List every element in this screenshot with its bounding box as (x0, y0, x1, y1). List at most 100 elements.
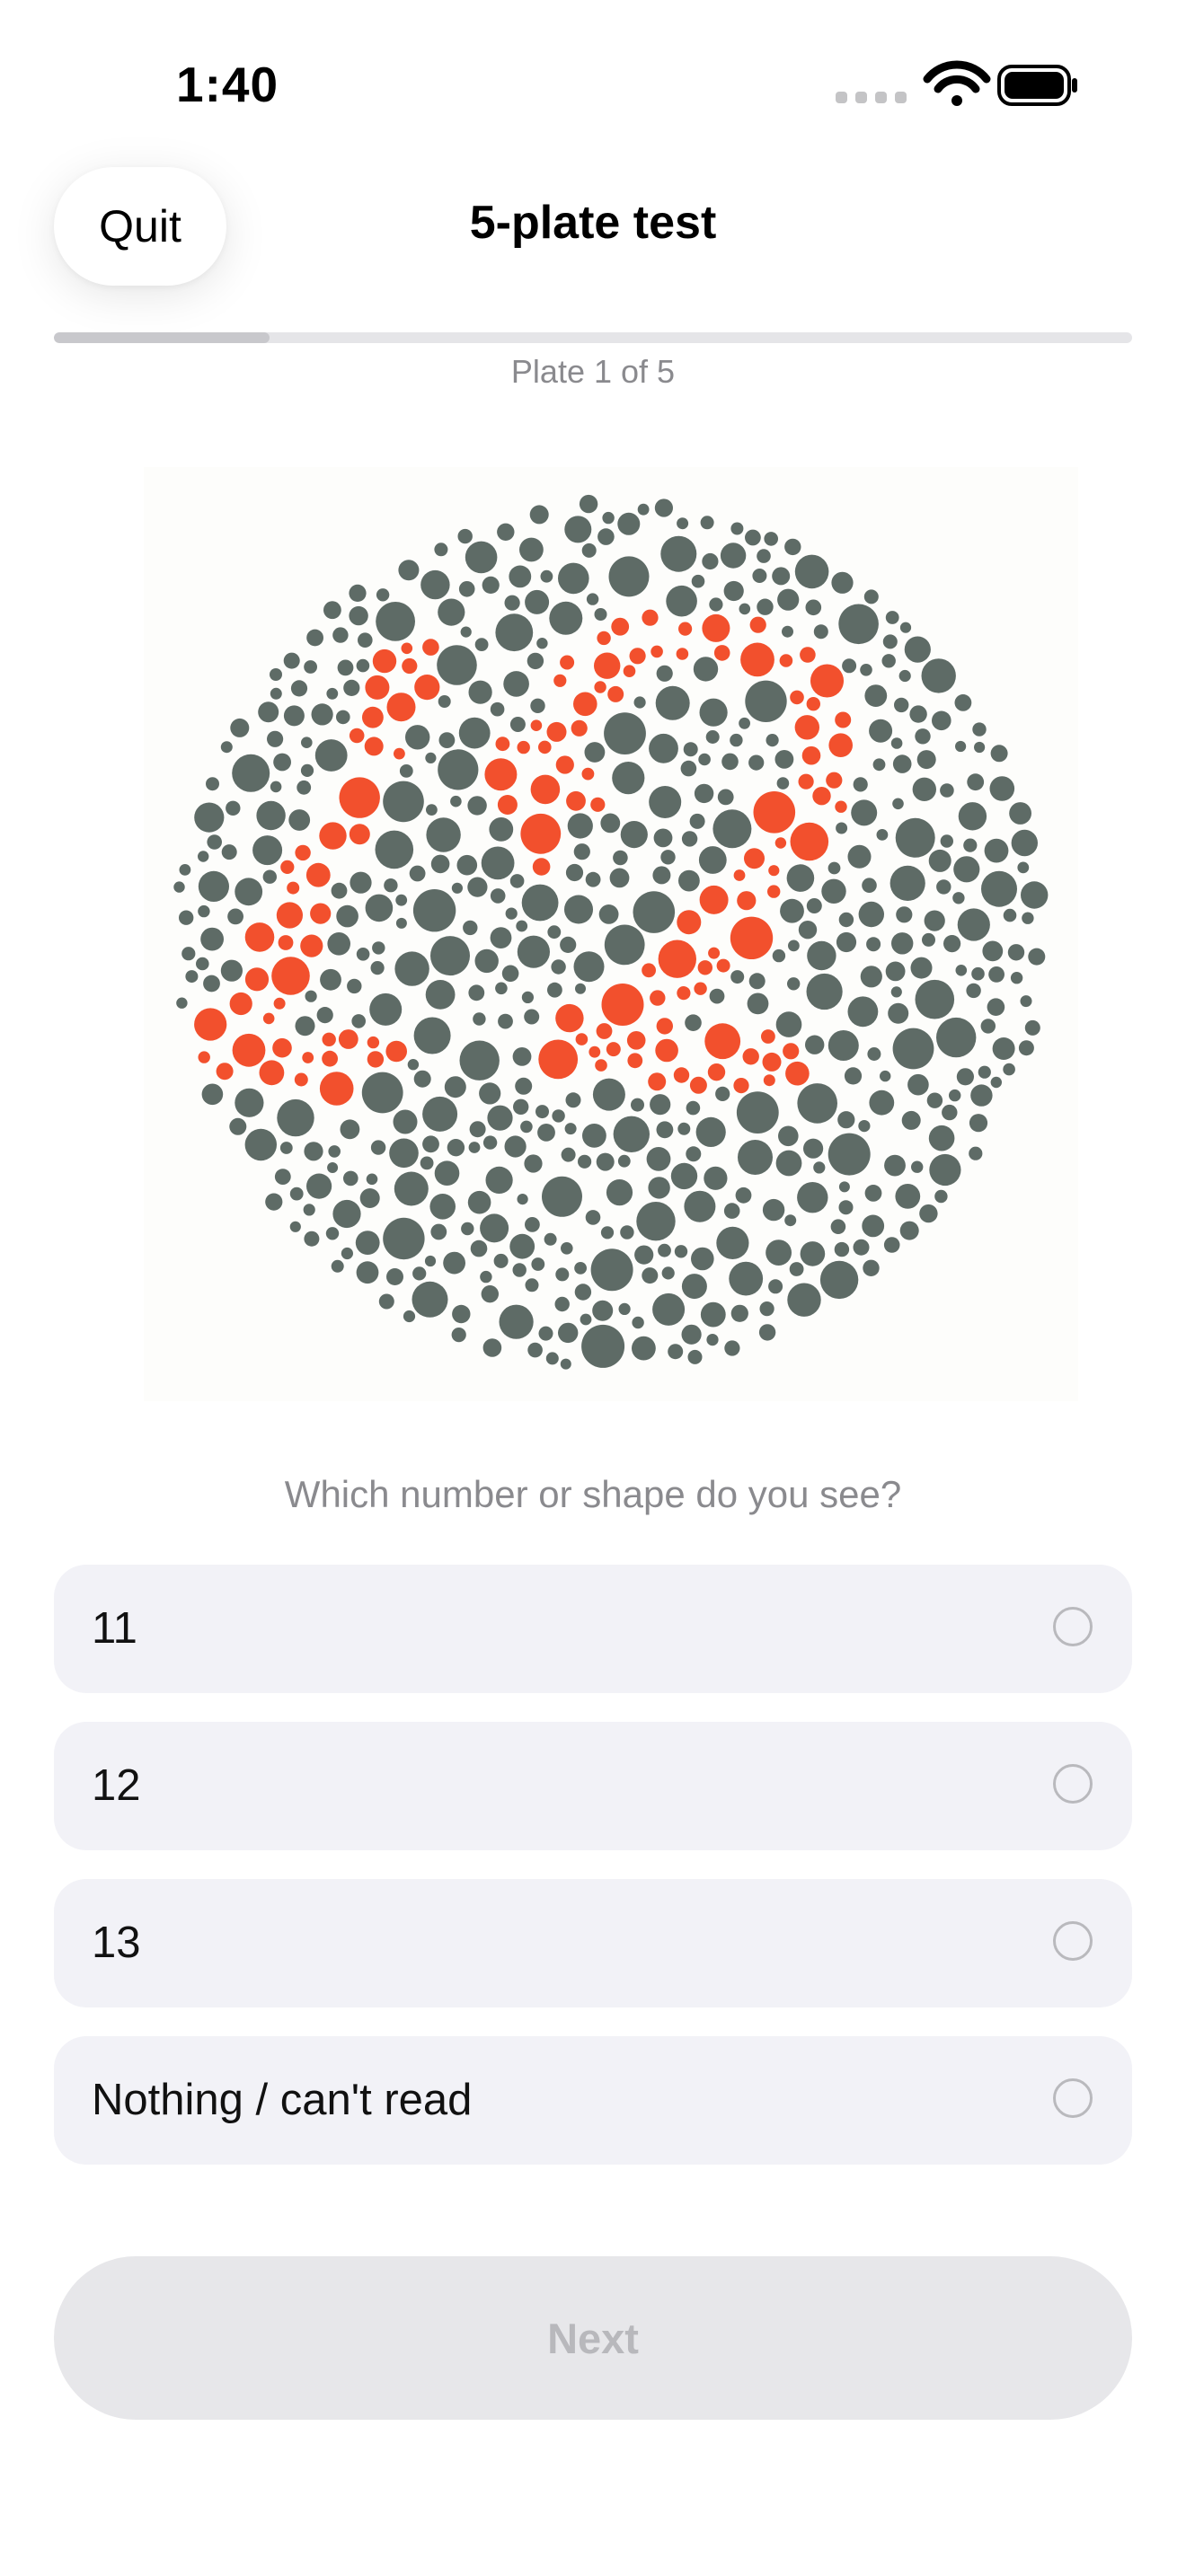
plate-background-dot (594, 608, 607, 621)
plate-figure-dot (394, 747, 405, 760)
plate-background-dot (899, 622, 912, 633)
plate-background-dot (858, 901, 884, 928)
plate-background-dot (730, 1304, 748, 1322)
plate-figure-dot (216, 1063, 234, 1081)
plate-background-dot (551, 959, 566, 975)
plate-figure-dot (708, 947, 721, 959)
plate-figure-dot (229, 992, 252, 1016)
plate-background-dot (789, 1262, 804, 1276)
plate-background-dot (838, 1200, 854, 1215)
plate-background-dot (521, 991, 534, 1003)
plate-figure-dot (762, 1052, 782, 1072)
plate-background-dot (206, 777, 219, 791)
plate-background-dot (901, 1110, 921, 1130)
plate-background-dot (283, 652, 300, 669)
option-13[interactable]: 13 (54, 1879, 1132, 2007)
plate-background-dot (952, 892, 965, 904)
radio-unselected-icon[interactable] (1053, 1921, 1093, 1961)
radio-unselected-icon[interactable] (1053, 2078, 1093, 2118)
plate-background-dot (509, 717, 526, 732)
plate-background-dot (904, 636, 931, 663)
plate-figure-dot (566, 790, 586, 811)
plate-background-dot (430, 936, 470, 976)
plate-background-dot (525, 589, 550, 614)
plate-background-dot (955, 965, 968, 976)
option-nothing[interactable]: Nothing / can't read (54, 2036, 1132, 2165)
plate-background-dot (656, 665, 673, 682)
plate-background-dot (949, 1089, 961, 1102)
plate-figure-dot (244, 922, 275, 952)
plate-background-dot (504, 1135, 527, 1158)
plate-background-dot (341, 1247, 353, 1260)
plate-background-dot (438, 598, 465, 626)
status-icons-svg (836, 60, 1077, 106)
plate-background-dot (768, 1279, 783, 1294)
plate-figure-dot (716, 958, 730, 973)
radio-unselected-icon[interactable] (1053, 1764, 1093, 1804)
plate-background-dot (220, 741, 233, 754)
plate-background-dot (580, 1313, 592, 1326)
plate-background-dot (537, 1124, 555, 1142)
next-button[interactable]: Next (54, 2256, 1132, 2420)
plate-background-dot (544, 1232, 557, 1246)
plate-background-dot (564, 895, 593, 924)
plate-background-dot (819, 1260, 859, 1300)
plate-background-dot (499, 1304, 534, 1339)
plate-background-dot (279, 1142, 293, 1154)
plate-background-dot (547, 982, 562, 998)
plate-background-dot (787, 1283, 821, 1317)
plate-background-dot (957, 908, 990, 941)
plate-background-dot (512, 1047, 532, 1066)
plate-background-dot (273, 753, 291, 772)
ishihara-plate (144, 467, 1078, 1401)
plate-background-dot (748, 973, 766, 990)
plate-background-dot (592, 1300, 614, 1321)
plate-figure-dot (385, 1040, 408, 1063)
plate-background-dot (723, 580, 744, 602)
plate-background-dot (289, 1187, 304, 1201)
plate-background-dot (967, 773, 985, 791)
plate-background-dot (684, 1190, 716, 1222)
plate-background-dot (762, 1198, 785, 1222)
plate-background-dot (721, 753, 739, 771)
plate-background-dot (757, 549, 771, 563)
plate-background-dot (561, 1242, 573, 1255)
plate-figure-dot (294, 1072, 308, 1087)
plate-figure-dot (555, 755, 574, 774)
plate-background-dot (520, 1120, 533, 1134)
option-12[interactable]: 12 (54, 1722, 1132, 1850)
plate-background-dot (469, 1121, 486, 1138)
plate-figure-dot (676, 648, 689, 660)
plate-background-dot (660, 535, 697, 572)
plate-background-dot (194, 802, 225, 833)
plate-background-dot (573, 843, 590, 860)
plate-figure-dot (697, 960, 712, 975)
plate-background-dot (632, 1336, 656, 1361)
plate-figure-dot (276, 902, 303, 929)
plate-background-dot (481, 1285, 499, 1303)
plate-background-dot (579, 494, 598, 514)
plate-background-dot (612, 762, 645, 795)
plate-background-dot (784, 1214, 797, 1227)
plate-background-dot (772, 567, 791, 586)
plate-background-dot (922, 932, 935, 947)
plate-background-dot (980, 1019, 996, 1034)
option-11[interactable]: 11 (54, 1565, 1132, 1693)
plate-background-dot (540, 569, 553, 583)
plate-background-dot (1021, 881, 1049, 909)
plate-background-dot (989, 776, 1015, 801)
plate-figure-dot (835, 711, 852, 728)
plate-background-dot (984, 838, 1009, 863)
plate-background-dot (699, 698, 728, 727)
plate-background-dot (384, 878, 398, 893)
plate-background-dot (907, 1073, 929, 1096)
plate-background-dot (863, 1259, 880, 1276)
plate-figure-dot (730, 916, 774, 959)
quit-button[interactable]: Quit (54, 167, 226, 286)
plate-figure-dot (520, 813, 562, 854)
plate-figure-dot (538, 1039, 579, 1080)
plate-background-dot (617, 1154, 631, 1168)
radio-unselected-icon[interactable] (1053, 1607, 1093, 1646)
plate-background-dot (426, 804, 438, 816)
plate-background-dot (988, 966, 1005, 983)
